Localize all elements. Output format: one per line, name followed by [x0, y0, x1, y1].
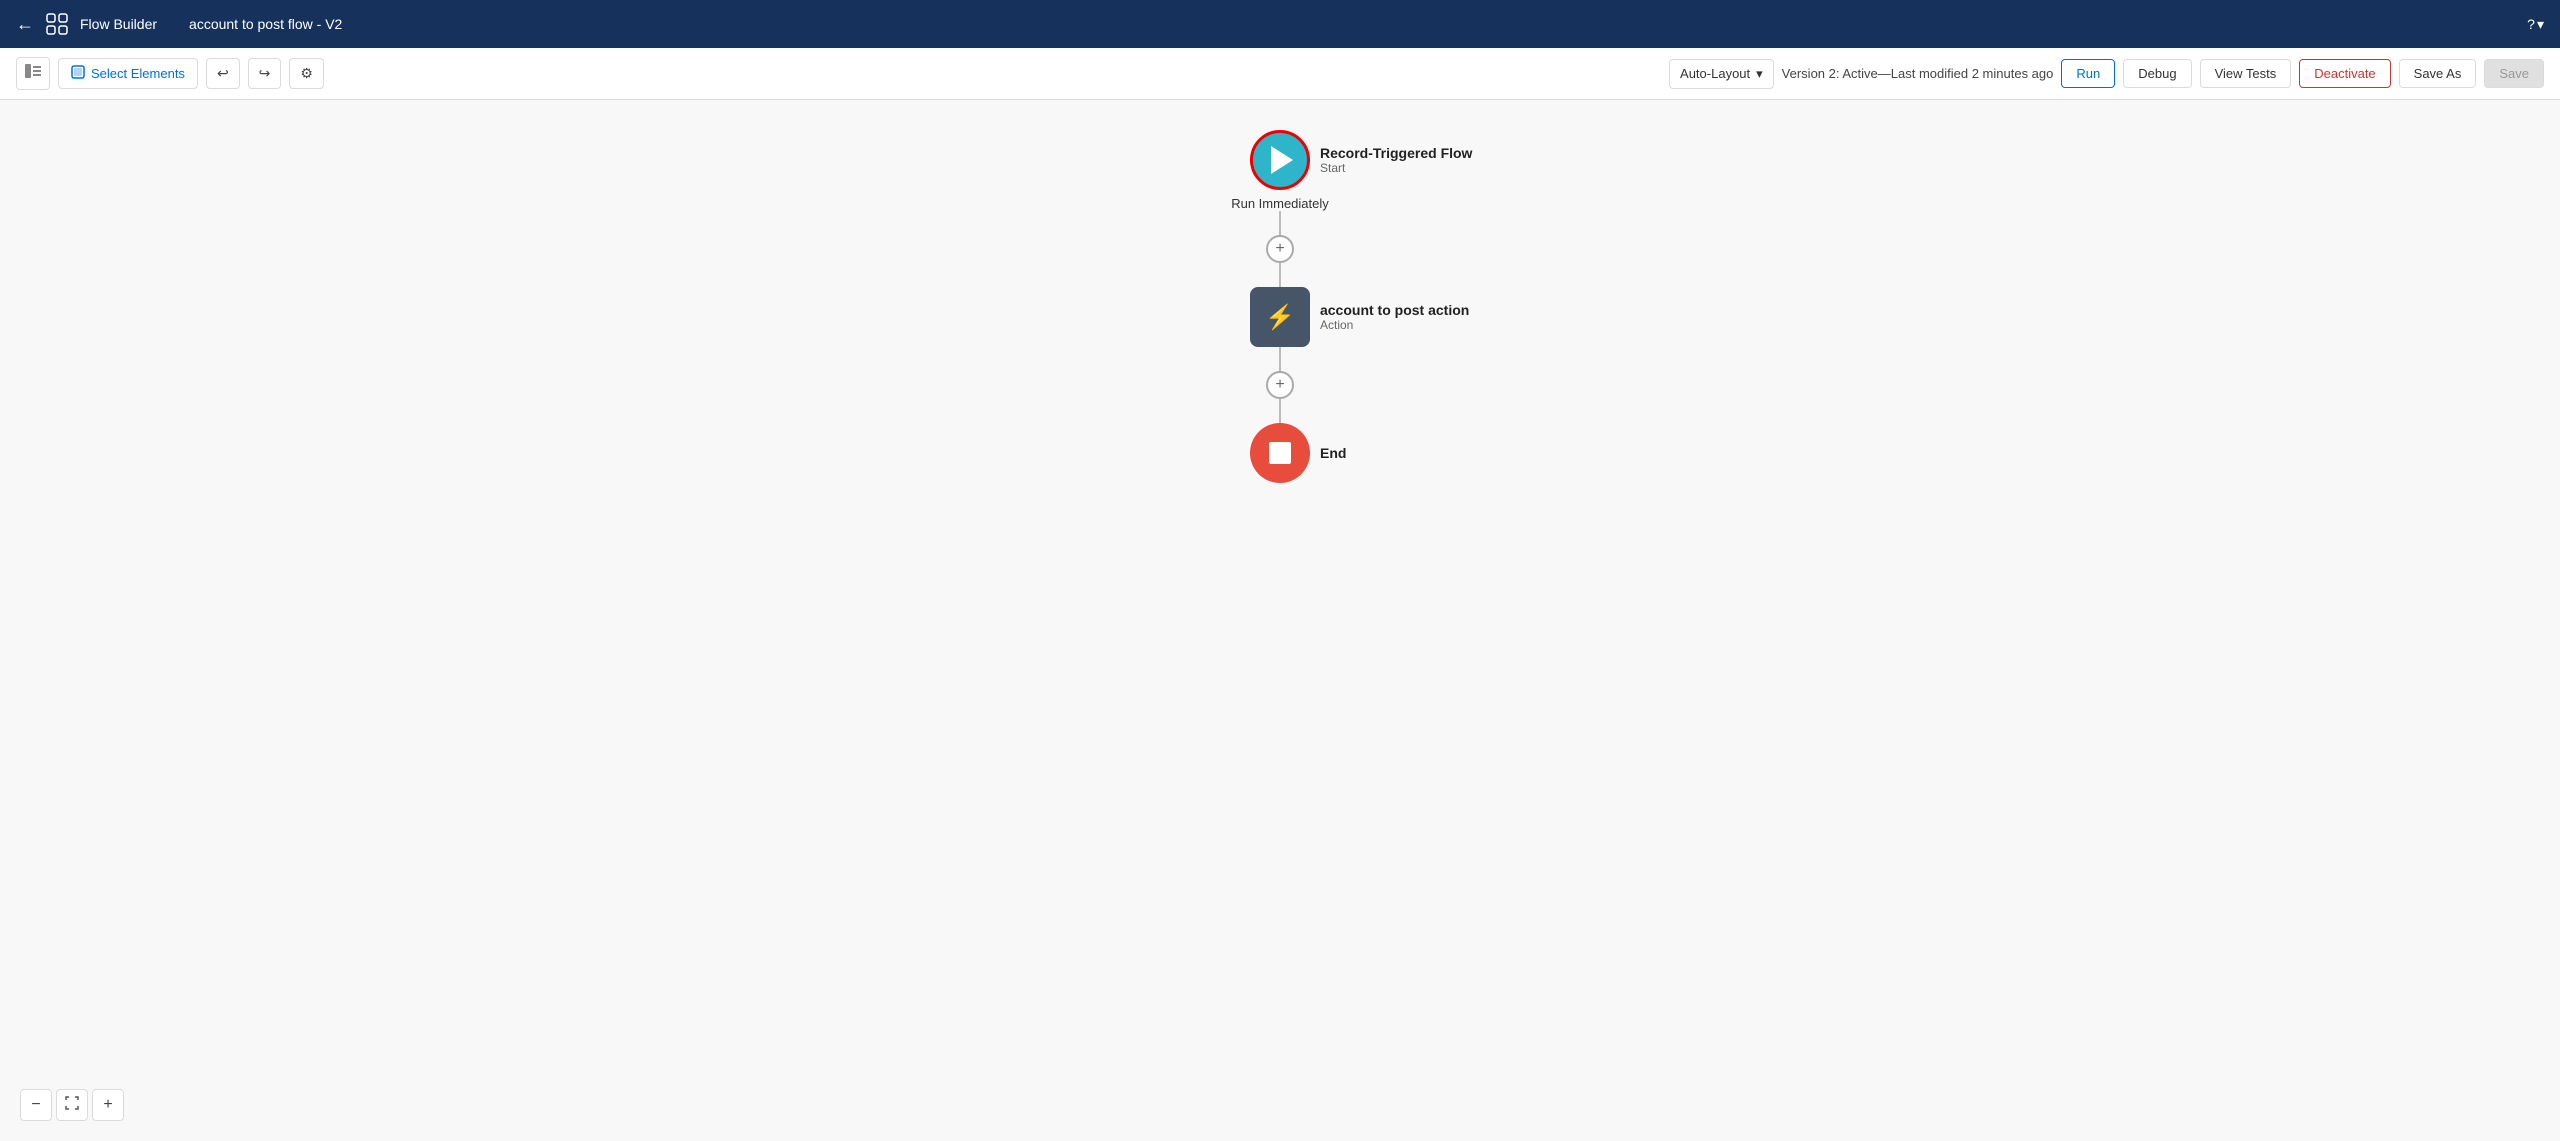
connector-line-top-2 — [1279, 347, 1281, 371]
start-node-row: Record-Triggered Flow Start — [1250, 130, 1310, 190]
redo-button[interactable]: ↪ — [248, 58, 282, 89]
settings-button[interactable]: ⚙ — [289, 58, 324, 89]
flow-name: account to post flow - V2 — [189, 16, 342, 32]
zoom-out-button[interactable]: − — [20, 1089, 52, 1121]
help-button[interactable]: ? ▾ — [2527, 16, 2544, 33]
connector-1: + — [1266, 211, 1294, 287]
run-label: Run — [2076, 66, 2100, 81]
end-node-row: End — [1250, 423, 1310, 483]
end-node-box[interactable] — [1250, 423, 1310, 483]
add-button-2[interactable]: + — [1266, 371, 1294, 399]
save-label: Save — [2499, 66, 2529, 81]
connector-line-bottom-1 — [1279, 263, 1281, 287]
select-elements-icon — [71, 65, 85, 82]
logo-icon — [46, 13, 68, 35]
start-node-subtitle: Start — [1320, 161, 1472, 175]
action-node-row: ⚡ account to post action Action — [1250, 287, 1310, 347]
back-button[interactable]: ← — [16, 14, 34, 35]
back-icon: ← — [16, 14, 34, 35]
fit-icon — [65, 1096, 79, 1115]
sidebar-toggle-icon — [25, 65, 41, 82]
deactivate-button[interactable]: Deactivate — [2299, 59, 2390, 88]
save-as-button[interactable]: Save As — [2399, 59, 2477, 88]
zoom-controls: − + — [20, 1089, 124, 1121]
save-button[interactable]: Save — [2484, 59, 2544, 88]
end-node-label: End — [1320, 445, 1346, 461]
start-node-title: Record-Triggered Flow — [1320, 145, 1472, 161]
connector-2: + — [1266, 347, 1294, 423]
add-icon-2: + — [1275, 377, 1284, 393]
start-node-below-label: Run Immediately — [1231, 196, 1329, 211]
start-node[interactable]: Record-Triggered Flow Start Run Immediat… — [1231, 130, 1329, 211]
deactivate-label: Deactivate — [2314, 66, 2375, 81]
top-nav: ← Flow Builder account to post flow - V2… — [0, 0, 2560, 48]
auto-layout-button[interactable]: Auto-Layout ▾ — [1669, 59, 1774, 89]
toolbar-center: Auto-Layout ▾ Version 2: Active—Last mod… — [1669, 59, 2544, 89]
zoom-in-button[interactable]: + — [92, 1089, 124, 1121]
app-logo — [46, 13, 68, 35]
undo-button[interactable]: ↩ — [206, 58, 240, 89]
help-dropdown-icon: ▾ — [2537, 16, 2544, 33]
zoom-in-icon: + — [103, 1096, 112, 1114]
action-node[interactable]: ⚡ account to post action Action — [1250, 287, 1310, 347]
undo-icon: ↩ — [217, 65, 229, 81]
action-node-title: account to post action — [1320, 302, 1469, 318]
action-node-subtitle: Action — [1320, 318, 1469, 332]
end-node[interactable]: End — [1250, 423, 1310, 483]
connector-line-bottom-2 — [1279, 399, 1281, 423]
start-node-label: Record-Triggered Flow Start — [1320, 145, 1472, 175]
toolbar: Select Elements ↩ ↪ ⚙ Auto-Layout ▾ Vers… — [0, 48, 2560, 100]
view-tests-label: View Tests — [2215, 66, 2277, 81]
action-node-label: account to post action Action — [1320, 302, 1469, 332]
sidebar-toggle-button[interactable] — [16, 57, 50, 90]
fit-button[interactable] — [56, 1089, 88, 1121]
save-as-label: Save As — [2414, 66, 2462, 81]
settings-icon: ⚙ — [300, 65, 313, 81]
debug-button[interactable]: Debug — [2123, 59, 2191, 88]
stop-icon — [1269, 442, 1291, 464]
version-status: Version 2: Active—Last modified 2 minute… — [1782, 66, 2054, 81]
zoom-out-icon: − — [31, 1096, 40, 1114]
lightning-icon: ⚡ — [1265, 303, 1295, 332]
flow-diagram: Record-Triggered Flow Start Run Immediat… — [1231, 100, 1329, 483]
run-button[interactable]: Run — [2061, 59, 2115, 88]
connector-line-top-1 — [1279, 211, 1281, 235]
action-node-box[interactable]: ⚡ — [1250, 287, 1310, 347]
app-title: Flow Builder — [80, 16, 157, 32]
canvas: Record-Triggered Flow Start Run Immediat… — [0, 100, 2560, 1141]
select-elements-label: Select Elements — [91, 66, 185, 81]
play-icon — [1271, 146, 1293, 174]
start-node-box[interactable] — [1250, 130, 1310, 190]
select-elements-button[interactable]: Select Elements — [58, 58, 198, 89]
auto-layout-label: Auto-Layout — [1680, 66, 1750, 81]
add-icon-1: + — [1275, 241, 1284, 257]
auto-layout-dropdown-icon: ▾ — [1756, 66, 1763, 82]
redo-icon: ↪ — [259, 65, 271, 81]
help-icon: ? — [2527, 16, 2535, 32]
end-node-title: End — [1320, 445, 1346, 461]
debug-label: Debug — [2138, 66, 2176, 81]
view-tests-button[interactable]: View Tests — [2200, 59, 2292, 88]
add-button-1[interactable]: + — [1266, 235, 1294, 263]
